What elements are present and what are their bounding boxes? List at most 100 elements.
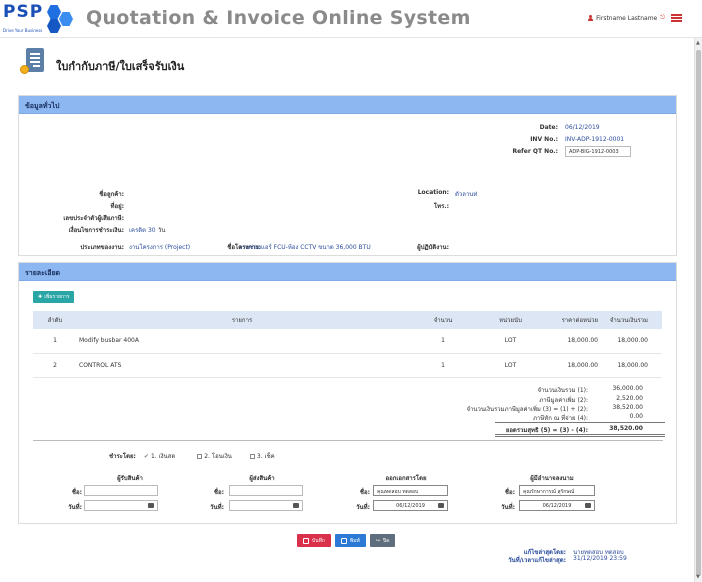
- add-item-button[interactable]: ✚ เพิ่มรายการ: [33, 291, 75, 303]
- summary-value: 38,520.00: [612, 404, 643, 411]
- sender-name-input[interactable]: [229, 485, 303, 496]
- date-label: วันที่:: [356, 504, 370, 511]
- row-qty: 1: [407, 353, 479, 378]
- logo-hex-icon: [59, 12, 73, 26]
- summary-row: จำนวนเงินรวม (1): 36,000.00: [19, 385, 676, 394]
- scroll-down-icon[interactable]: ▼: [696, 574, 700, 580]
- name-label: ชื่อ:: [359, 489, 370, 496]
- col-header: ลำดับ: [33, 311, 77, 329]
- refer-qt-label: Refer QT No.:: [512, 148, 558, 155]
- logo-hex-icon: [47, 5, 61, 19]
- signature-title: ผู้ส่งสินค้า: [249, 475, 275, 482]
- row-unit: LOT: [479, 329, 542, 354]
- summary-row: ภาษีหัก ณ ที่จ่าย (4): 0.00: [19, 413, 676, 422]
- app-title: Quotation & Invoice Online System: [86, 7, 471, 29]
- name-label: ชื่อ:: [504, 489, 515, 496]
- invoice-document-icon: [20, 48, 46, 76]
- edited-at-value: 31/12/2019 23:59: [573, 555, 627, 562]
- calendar-icon[interactable]: [585, 503, 591, 508]
- logo[interactable]: PSP Drive Your Business: [1, 2, 77, 34]
- refer-qt-field[interactable]: ADP-BIG-1912-0003: [565, 146, 631, 157]
- signature-title: ผู้รับสินค้า: [117, 475, 143, 482]
- date-label: Date:: [539, 124, 558, 131]
- net-total-value: 38,520.00: [609, 425, 643, 432]
- date-text: 06/12/2019: [396, 503, 425, 509]
- print-icon: [340, 537, 347, 544]
- col-header: รายการ: [77, 311, 407, 329]
- authorizer-name-input[interactable]: คุณรักษาการณ์ สุรักษณ์: [519, 485, 595, 496]
- action-buttons: บันทึก พิมพ์ ↪ ปิด: [297, 534, 396, 547]
- row-qty: 1: [407, 329, 479, 354]
- user-name[interactable]: Firstname Lastname: [596, 15, 657, 22]
- col-header: จำนวน: [407, 311, 479, 329]
- print-button[interactable]: พิมพ์: [334, 534, 366, 547]
- save-button[interactable]: บันทึก: [297, 534, 331, 547]
- col-header: จำนวนเงินรวม: [602, 311, 662, 329]
- credit-label: เงื่อนไขการชำระเงิน:: [68, 227, 124, 234]
- user-menu[interactable]: Firstname Lastname ⎋: [588, 14, 682, 22]
- date-label: วันที่:: [501, 504, 515, 511]
- logout-icon[interactable]: ⎋: [660, 14, 665, 22]
- credit-value: เครดิต 30: [129, 227, 156, 234]
- scroll-up-icon[interactable]: ▲: [696, 40, 700, 46]
- payment-cheque-option[interactable]: 3. เช็ค: [249, 451, 275, 461]
- issuer-name-input[interactable]: คุณทดสอบ ทดสอบ: [373, 485, 448, 496]
- hamburger-menu-icon[interactable]: [671, 14, 682, 22]
- customer-label: ชื่อลูกค้า:: [99, 191, 124, 198]
- general-info-panel: ข้อมูลทั่วไป Date: 06/12/2019 INV No.: I…: [18, 95, 677, 256]
- total-divider: [495, 436, 665, 437]
- row-item: CONTROL ATS: [77, 353, 407, 378]
- table-row[interactable]: 2 CONTROL ATS 1 LOT 18,000.00 18,000.00: [33, 353, 662, 378]
- issuer-date-input[interactable]: 06/12/2019: [373, 500, 448, 511]
- sender-date-input[interactable]: [229, 500, 303, 511]
- jobtype-label: ประเภทของงาน:: [80, 244, 124, 251]
- operator-label: ผู้ปฏิบัติงาน:: [417, 244, 449, 251]
- summary-value: 0.00: [629, 413, 643, 420]
- date-text: 06/12/2019: [542, 503, 572, 509]
- name-label: ชื่อ:: [213, 489, 224, 496]
- date-label: วันที่:: [68, 504, 82, 511]
- detail-panel: รายละเอียด ✚ เพิ่มรายการ ลำดับ รายการ จำ…: [18, 262, 677, 524]
- top-bar: PSP Drive Your Business Quotation & Invo…: [0, 0, 702, 38]
- date-label: วันที่:: [210, 504, 224, 511]
- add-item-label: เพิ่มรายการ: [44, 294, 70, 300]
- receiver-date-input[interactable]: [84, 500, 158, 511]
- credit-unit: วัน: [158, 227, 166, 234]
- row-item: Modify busbar 400A: [77, 329, 407, 354]
- row-no: 1: [33, 329, 77, 354]
- table-row[interactable]: 1 Modify busbar 400A 1 LOT 18,000.00 18,…: [33, 329, 662, 354]
- checkbox[interactable]: [197, 453, 203, 459]
- authorizer-date-input[interactable]: 06/12/2019: [519, 500, 595, 511]
- phone-label: โทร.:: [433, 203, 449, 210]
- date-value: 06/12/2019: [565, 124, 600, 131]
- calendar-icon[interactable]: [438, 503, 444, 508]
- receiver-name-input[interactable]: [84, 485, 158, 496]
- payment-cash-option[interactable]: ✔ 1. เงินสด: [144, 451, 175, 461]
- inv-label: INV No.:: [530, 136, 558, 143]
- logo-hex-icon: [47, 19, 61, 33]
- row-price: 18,000.00: [542, 329, 602, 354]
- payment-option-label: 2. โอนเงิน: [204, 453, 232, 460]
- row-no: 2: [33, 353, 77, 378]
- calendar-icon[interactable]: [148, 503, 154, 508]
- close-button[interactable]: ↪ ปิด: [369, 534, 396, 547]
- plus-icon: ✚: [38, 294, 43, 300]
- summary-value: 2,520.00: [616, 395, 643, 402]
- location-value: ตัวลานท่: [455, 191, 478, 198]
- summary-row: ภาษีมูลค่าเพิ่ม (2): 2,520.00: [19, 395, 676, 404]
- payment-transfer-option[interactable]: 2. โอนเงิน: [197, 451, 232, 461]
- row-price: 18,000.00: [542, 353, 602, 378]
- calendar-icon[interactable]: [293, 503, 299, 508]
- scroll-thumb[interactable]: [696, 50, 701, 576]
- logo-text: PSP: [3, 2, 44, 22]
- project-value: งานซ่อมแอร์ FCU-ห้อง CCTV ขนาด 36,000 BT…: [239, 244, 371, 251]
- checkbox[interactable]: [249, 453, 255, 459]
- col-header: ราคาต่อหน่วย: [542, 311, 602, 329]
- general-info-header: ข้อมูลทั่วไป: [19, 96, 676, 114]
- close-label: ปิด: [383, 537, 390, 544]
- page-title: ใบกำกับภาษี/ใบเสร็จรับเงิน: [56, 60, 185, 73]
- save-icon: [303, 537, 309, 544]
- scrollbar[interactable]: ▲ ▼: [694, 38, 702, 582]
- check-icon: ✔: [143, 452, 149, 460]
- close-icon: ↪: [375, 537, 381, 544]
